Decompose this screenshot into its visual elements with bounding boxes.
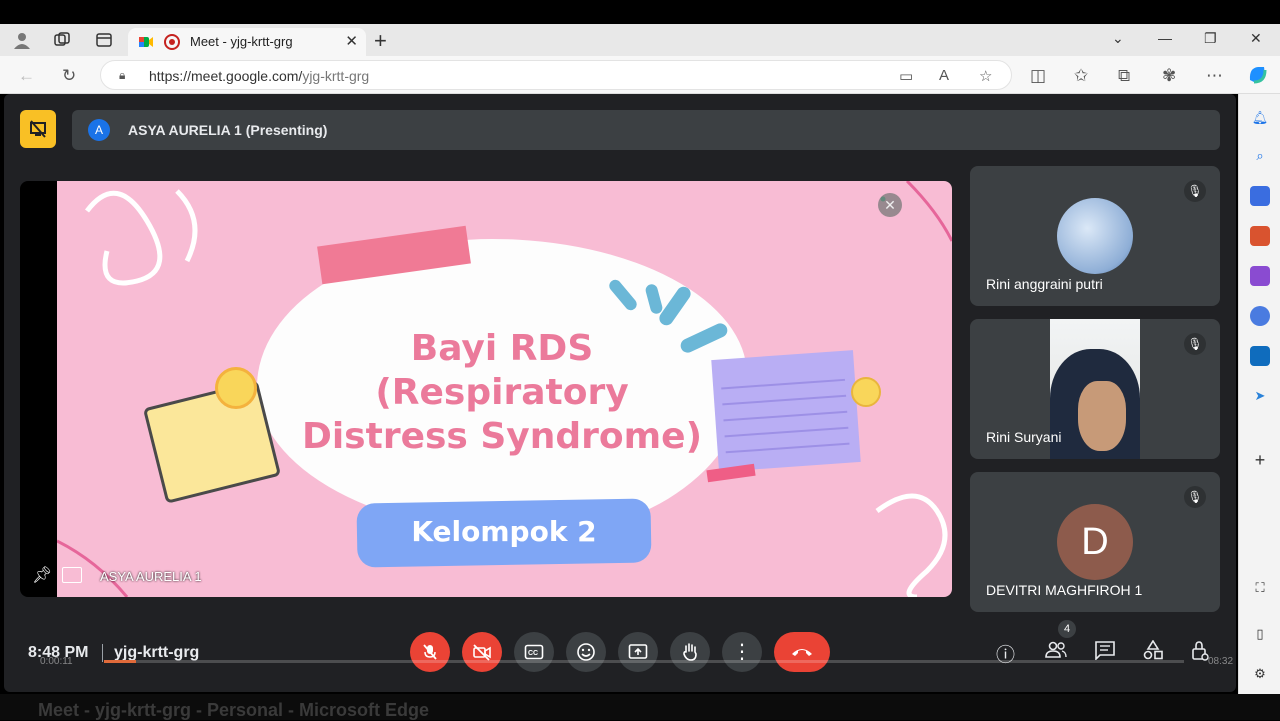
collections-icon[interactable]: ⧉ — [1118, 66, 1130, 86]
presenting-banner: A ASYA AURELIA 1 (Presenting) — [72, 110, 1220, 150]
extensions-icon[interactable]: ✾ — [1162, 66, 1176, 86]
tab-list-icon[interactable]: ⌄ — [1112, 30, 1124, 47]
participant-name: DEVITRI MAGHFIROH 1 — [986, 582, 1143, 598]
presenting-text: ASYA AURELIA 1 (Presenting) — [128, 122, 328, 138]
lock-icon: 🔒︎ — [119, 68, 126, 82]
participant-tile[interactable]: 🎙︎ Rini Suryani — [970, 319, 1220, 459]
edge-sidebar: 🔔︎ ⌕ ➤ + ⛶ ▯ ⚙ — [1238, 94, 1280, 694]
emoji-icon — [577, 643, 595, 661]
captions-icon: CC — [524, 644, 544, 660]
slide-smiley-icon — [851, 377, 881, 407]
participant-video — [1050, 319, 1140, 459]
participant-tile[interactable]: 🎙︎ Rini anggraini putri — [970, 166, 1220, 306]
participant-tile[interactable]: D 🎙︎ DEVITRI MAGHFIROH 1 — [970, 472, 1220, 612]
captions-button[interactable]: CC — [514, 632, 554, 672]
mic-off-icon: 🎙︎ — [1184, 333, 1206, 355]
video-remaining-time: 08:32 — [1208, 656, 1234, 667]
tab-title: Meet - yjg-krtt-grg — [190, 34, 293, 49]
window-title: Meet - yjg-krtt-grg - Personal - Microso… — [38, 700, 430, 720]
url-text: https://meet.google.com/yjg-krtt-grg — [149, 68, 370, 84]
video-elapsed-time: 0:00:11 — [40, 656, 73, 667]
raise-hand-button[interactable] — [670, 632, 710, 672]
meet-favicon-icon — [139, 37, 153, 47]
slide-paper-doodle — [711, 350, 861, 472]
main-stage[interactable]: Bayi RDS (Respiratory Distress Syndrome)… — [20, 181, 952, 597]
address-bar: ← ↻ 🔒︎ https://meet.google.com/yjg-krtt-… — [0, 56, 1280, 94]
microsoft365-icon[interactable] — [1250, 306, 1270, 326]
participant-avatar: D — [1057, 504, 1133, 580]
new-tab-icon[interactable]: + — [374, 28, 387, 54]
stage-presenter-name: ASYA AURELIA 1 — [100, 569, 202, 584]
leave-call-button[interactable] — [774, 632, 830, 672]
slide-title: Bayi RDS (Respiratory Distress Syndrome) — [257, 327, 747, 459]
camera-toggle-button[interactable] — [462, 632, 502, 672]
participant-avatar — [1057, 198, 1133, 274]
restore-icon[interactable]: ❐ — [1204, 30, 1217, 47]
tab-close-icon[interactable]: ✕ — [345, 32, 358, 50]
more-vert-icon: ⋮ — [732, 641, 752, 663]
slide-title-line1: Bayi RDS — [410, 328, 594, 369]
slide-title-line2: (Respiratory — [375, 372, 629, 413]
camera-in-use-icon[interactable]: ▭ — [899, 67, 913, 85]
mic-off-icon: 🎙︎ — [1184, 486, 1206, 508]
refresh-icon[interactable]: ↻ — [62, 66, 76, 86]
hide-sidebar-icon[interactable]: ▯ — [1250, 624, 1270, 644]
close-window-icon[interactable]: ✕ — [1250, 30, 1262, 47]
minimize-icon[interactable]: — — [1158, 30, 1172, 46]
more-menu-icon[interactable]: ⋯ — [1206, 66, 1223, 86]
split-screen-icon[interactable]: ◫ — [1030, 66, 1046, 86]
camera-off-icon — [473, 644, 491, 661]
games-icon[interactable] — [1250, 266, 1270, 286]
participant-count-badge: 4 — [1058, 620, 1076, 638]
tab-meet[interactable]: Meet - yjg-krtt-grg ✕ — [128, 28, 366, 56]
shopping-icon[interactable] — [1250, 186, 1270, 206]
hand-icon — [683, 643, 697, 661]
participant-name: Rini anggraini putri — [986, 276, 1103, 292]
stop-presenting-icon[interactable] — [20, 110, 56, 148]
slide-sun-doodle — [215, 367, 257, 409]
pin-icon[interactable]: 📌︎ — [32, 565, 52, 585]
tools-icon[interactable] — [1250, 226, 1270, 246]
more-options-button[interactable]: ⋮ — [722, 632, 762, 672]
meet-window: A ASYA AURELIA 1 (Presenting) Bayi RDS (… — [4, 94, 1236, 692]
workspaces-icon[interactable] — [52, 30, 72, 50]
presentation-icon — [62, 567, 82, 583]
participant-name: Rini Suryani — [986, 429, 1062, 445]
video-progress-bar[interactable] — [104, 660, 1184, 663]
svg-text:CC: CC — [528, 650, 538, 657]
divider — [102, 644, 103, 662]
favorites-icon[interactable]: ✩ — [1074, 66, 1088, 86]
mic-off-icon: 🎙︎ — [1184, 180, 1206, 202]
mic-toggle-button[interactable] — [410, 632, 450, 672]
slide-subtitle: Kelompok 2 — [411, 515, 597, 548]
remove-tile-icon[interactable]: ✕ — [878, 193, 902, 217]
read-aloud-icon[interactable]: A — [939, 67, 949, 84]
back-icon[interactable]: ← — [18, 66, 35, 86]
present-button[interactable] — [618, 632, 658, 672]
host-controls-icon[interactable] — [1190, 640, 1210, 668]
favorite-star-icon[interactable]: ☆ — [979, 67, 992, 85]
screen-top-border — [0, 0, 1280, 24]
screenshot-icon[interactable]: ⛶ — [1250, 578, 1270, 598]
outlook-icon[interactable] — [1250, 346, 1270, 366]
url-field[interactable]: 🔒︎ https://meet.google.com/yjg-krtt-grg … — [100, 60, 1012, 90]
search-icon[interactable]: ⌕ — [1250, 146, 1270, 166]
slide-title-line3: Distress Syndrome) — [301, 416, 703, 457]
settings-icon[interactable]: ⚙ — [1250, 664, 1270, 684]
presenter-avatar: A — [88, 119, 110, 141]
send-icon[interactable]: ➤ — [1250, 386, 1270, 406]
reactions-button[interactable] — [566, 632, 606, 672]
recording-icon — [164, 34, 180, 50]
presentation-slide: Bayi RDS (Respiratory Distress Syndrome)… — [57, 181, 952, 597]
profile-icon[interactable] — [12, 30, 32, 50]
video-progress-fill — [104, 660, 137, 663]
hang-up-icon — [792, 649, 812, 656]
present-screen-icon — [628, 644, 648, 659]
notifications-icon[interactable]: 🔔︎ — [1250, 108, 1270, 128]
add-sidebar-icon[interactable]: + — [1250, 450, 1270, 470]
copilot-icon[interactable] — [1246, 64, 1268, 91]
tab-actions-icon[interactable] — [94, 30, 114, 50]
mic-off-icon — [423, 644, 437, 660]
